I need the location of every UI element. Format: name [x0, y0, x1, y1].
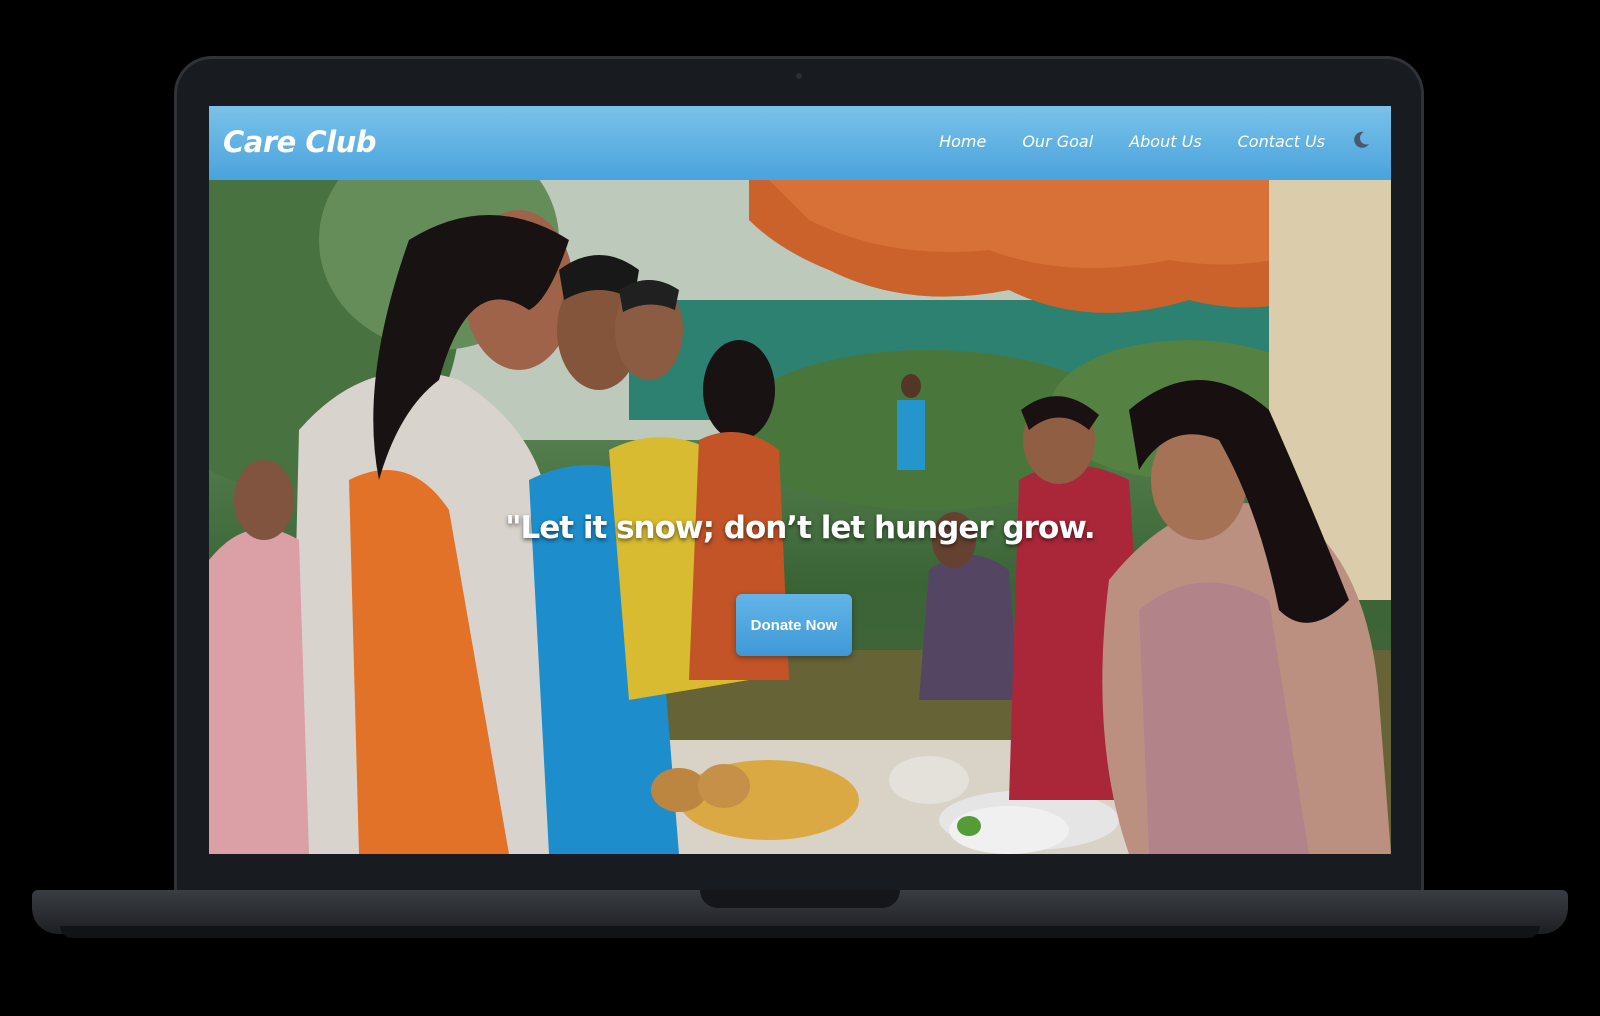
moon-icon[interactable] [1351, 130, 1371, 150]
camera-icon [796, 73, 802, 79]
nav-link-our-goal[interactable]: Our Goal [1022, 132, 1093, 151]
website-screen: Care Club Home Our Goal About Us Contact… [209, 106, 1391, 854]
navbar: Care Club Home Our Goal About Us Contact… [209, 106, 1391, 180]
hero-section: "Let it snow; don’t let hunger grow. Don… [209, 180, 1391, 854]
nav-link-contact-us[interactable]: Contact Us [1238, 132, 1325, 151]
nav-links: Home Our Goal About Us Contact Us [939, 132, 1325, 151]
nav-link-home[interactable]: Home [939, 132, 986, 151]
laptop-base-shadow [60, 926, 1540, 938]
hero-quote: "Let it snow; don’t let hunger grow. [505, 510, 1095, 546]
laptop-notch [700, 890, 900, 908]
nav-link-about-us[interactable]: About Us [1129, 132, 1201, 151]
brand-logo[interactable]: Care Club [223, 125, 377, 159]
donate-now-button[interactable]: Donate Now [736, 594, 852, 656]
stage: Care Club Home Our Goal About Us Contact… [0, 0, 1600, 1016]
